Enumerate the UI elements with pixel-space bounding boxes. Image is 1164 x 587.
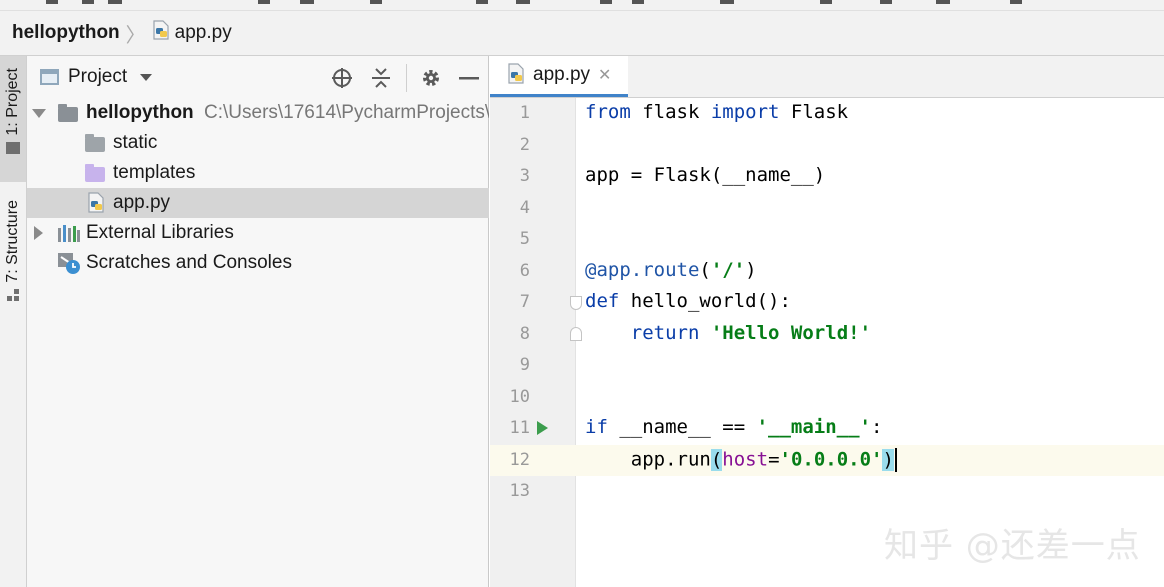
code-line-1: from flask import Flask: [585, 101, 848, 123]
editor-tabs: app.py ✕: [490, 56, 1164, 98]
line-number: 13: [509, 481, 530, 501]
matched-brace: (: [710, 448, 723, 471]
tool-window-stripe: 1: Project 7: Structure: [0, 56, 27, 587]
code-token: '__main__': [756, 416, 871, 438]
scratches-icon: [58, 253, 81, 278]
code-token: flask: [630, 101, 711, 123]
code-line-8: return 'Hello World!': [585, 322, 871, 344]
code-token: ): [745, 259, 757, 281]
project-view-selector[interactable]: Project: [40, 66, 153, 88]
tree-item-hellopython[interactable]: hellopython C:\Users\17614\PycharmProjec…: [27, 98, 489, 128]
tab-app-py[interactable]: app.py ✕: [490, 56, 628, 97]
expand-arrow-icon[interactable]: [34, 226, 43, 240]
line-number: 11: [509, 418, 530, 438]
close-icon[interactable]: ✕: [598, 65, 611, 85]
code-line-11: if __name__ == '__main__':: [585, 416, 882, 438]
gear-icon[interactable]: [418, 65, 444, 91]
code-token: Flask: [779, 101, 849, 123]
code-token: return: [630, 322, 700, 344]
tree-item-static[interactable]: static: [27, 128, 489, 158]
tree-item-scratches[interactable]: Scratches and Consoles: [27, 248, 489, 278]
tree-item-external-libraries[interactable]: External Libraries: [27, 218, 489, 248]
line-number: 5: [519, 229, 530, 249]
collapse-all-icon[interactable]: [368, 65, 394, 91]
tree-item-templates[interactable]: templates: [27, 158, 489, 188]
project-window-icon: [40, 69, 59, 85]
run-icon[interactable]: [537, 421, 548, 435]
code-token: '0.0.0.0': [779, 448, 883, 471]
code-token: if: [585, 416, 608, 438]
fold-marker-icon[interactable]: [570, 327, 582, 341]
line-number: 3: [519, 166, 530, 186]
line-number: 1: [519, 103, 530, 123]
project-tool-button[interactable]: 1: Project: [0, 56, 26, 182]
locate-crosshair-icon[interactable]: [329, 65, 355, 91]
code-token: import: [710, 101, 780, 123]
text-cursor: [894, 448, 897, 472]
project-panel-title: Project: [68, 66, 128, 87]
code-token: app.run: [585, 448, 711, 471]
breadcrumb: hellopython 〉 app.py: [0, 11, 1164, 56]
code-line-3: app = Flask(__name__): [585, 164, 826, 186]
folder-icon: [85, 134, 105, 152]
code-token: :: [871, 416, 883, 438]
line-number: 6: [519, 261, 530, 281]
tree-item-app-py[interactable]: app.py: [27, 188, 489, 218]
structure-icon: [6, 288, 20, 302]
fold-marker-icon[interactable]: [570, 296, 582, 310]
breadcrumb-file[interactable]: app.py: [175, 22, 232, 44]
tree-item-label: static: [113, 132, 158, 153]
code-token: host: [722, 448, 769, 471]
tree-item-label: Scratches and Consoles: [86, 252, 292, 273]
tree-item-label: hellopython: [86, 102, 194, 123]
code-token: from: [585, 101, 631, 123]
line-number: 12: [509, 450, 530, 470]
python-file-icon: [507, 63, 525, 89]
tree-item-label: app.py: [113, 192, 171, 213]
line-number: 7: [519, 292, 530, 312]
code-token: '/': [710, 259, 746, 281]
line-number: 10: [509, 387, 530, 407]
code-token: (: [699, 259, 711, 281]
code-token: 'Hello World!': [710, 322, 872, 344]
code-token: def: [585, 290, 620, 312]
structure-tool-label: 7: Structure: [4, 200, 21, 283]
toolbar-divider: [406, 64, 407, 92]
project-panel: Project hellopython C:\Users\17614\Pycha…: [27, 56, 489, 587]
line-number: 8: [519, 324, 530, 344]
structure-tool-button[interactable]: 7: Structure: [0, 196, 26, 316]
line-number: 4: [519, 198, 530, 218]
folder-icon: [6, 141, 20, 154]
breadcrumb-project[interactable]: hellopython: [12, 22, 120, 44]
code-line-6: @app.route('/'): [585, 259, 757, 281]
breadcrumb-separator-icon: 〉: [125, 24, 146, 47]
libraries-icon: [58, 225, 80, 248]
python-file-icon: [152, 20, 170, 46]
chevron-down-icon: [140, 73, 153, 81]
tree-item-label: External Libraries: [86, 222, 234, 243]
line-number: 9: [519, 355, 530, 375]
project-path: C:\Users\17614\PycharmProjects\: [204, 102, 489, 123]
minimize-icon[interactable]: [456, 65, 482, 91]
tree-item-label: templates: [113, 162, 196, 183]
tab-label: app.py: [533, 64, 591, 85]
python-file-icon: [87, 192, 105, 218]
code-token: hello_world():: [619, 290, 791, 312]
code-line-7: def hello_world():: [585, 290, 791, 312]
project-tool-label: 1: Project: [4, 68, 21, 136]
menu-bar-cut: [0, 0, 1164, 11]
folder-icon: [58, 104, 78, 122]
templates-folder-icon: [85, 164, 105, 182]
code-token: @app.route: [585, 259, 700, 281]
code-token: =: [768, 448, 780, 471]
line-number: 2: [519, 135, 530, 155]
watermark: 知乎 @还差一点: [884, 526, 1141, 566]
project-panel-header: Project: [27, 56, 489, 99]
expand-arrow-icon[interactable]: [32, 109, 46, 118]
matched-brace: ): [882, 448, 894, 471]
code-line-12: app.run(host='0.0.0.0'): [585, 448, 897, 472]
code-token: __name__ ==: [607, 416, 757, 438]
